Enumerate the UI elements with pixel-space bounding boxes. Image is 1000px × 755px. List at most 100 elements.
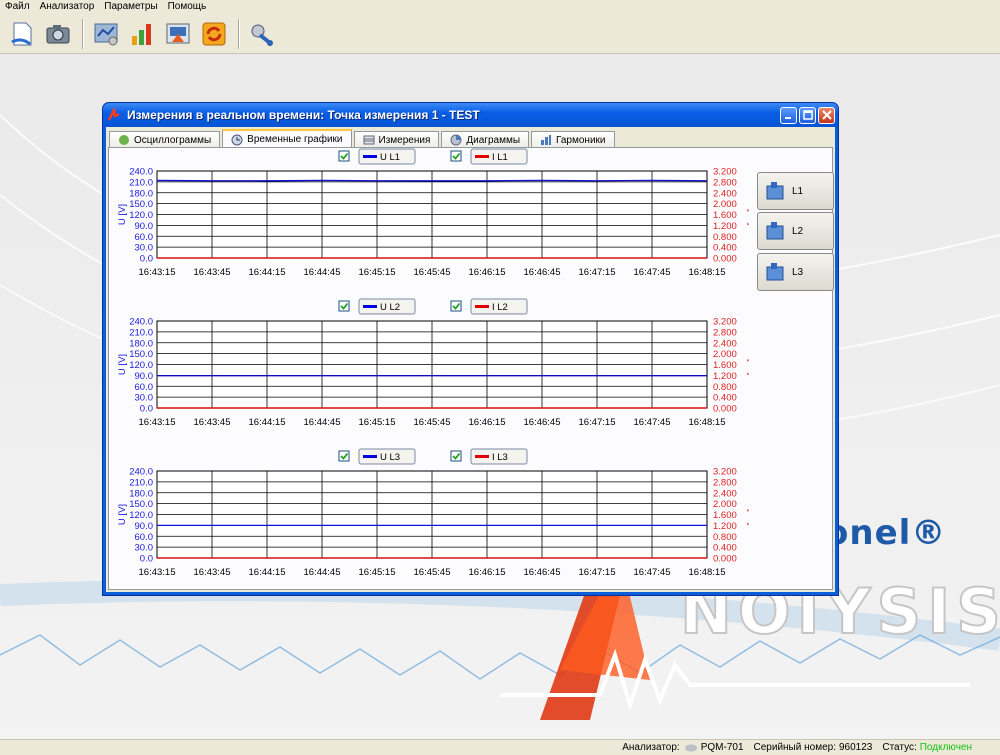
connect-icon[interactable]	[245, 17, 279, 51]
menu-analyzer[interactable]: Анализатор	[35, 0, 100, 14]
y-tick-label: 0.0	[140, 554, 153, 565]
x-tick-label: 16:44:45	[304, 417, 341, 428]
y-tick-label: 150.0	[129, 199, 153, 210]
x-tick-label: 16:44:45	[304, 267, 341, 278]
series-checkbox[interactable]	[450, 300, 462, 312]
x-tick-label: 16:45:45	[414, 567, 451, 578]
y-tick-label: 0.0	[140, 254, 153, 265]
x-tick-label: 16:46:15	[469, 267, 506, 278]
series-checkbox[interactable]	[338, 300, 350, 312]
table-icon	[363, 135, 375, 145]
tab-measurements[interactable]: Измерения	[353, 131, 440, 148]
config-icon[interactable]	[89, 17, 123, 51]
legend-swatch	[475, 155, 489, 158]
minimize-button[interactable]	[780, 106, 797, 124]
refresh-icon[interactable]	[197, 17, 231, 51]
maximize-button[interactable]	[799, 106, 816, 124]
close-button[interactable]	[818, 106, 835, 124]
y-tick-label: 240.0	[129, 167, 153, 178]
phase-label: L1	[792, 185, 804, 197]
y-tick-label: 210.0	[129, 177, 153, 188]
tab-oscillograms[interactable]: Осциллограммы	[109, 131, 221, 148]
x-tick-label: 16:43:45	[194, 417, 231, 428]
y2-tick-label: 0.000	[713, 404, 737, 415]
brand-logo: onel®	[825, 513, 947, 553]
y2-tick-label: 0.400	[713, 243, 737, 254]
y2-tick-label: 1.600	[713, 360, 737, 371]
camera-icon[interactable]	[41, 17, 75, 51]
y2-tick-label: 2.000	[713, 349, 737, 360]
y2-tick-label: 0.800	[713, 232, 737, 243]
x-tick-label: 16:43:15	[139, 417, 176, 428]
y2-tick-label: 0.800	[713, 532, 737, 543]
y2-tick-label: 2.800	[713, 477, 737, 488]
tab-diagrams[interactable]: Диаграммы	[441, 131, 530, 148]
menu-parameters[interactable]: Параметры	[99, 0, 162, 14]
y2-axis-label: I [kA]	[746, 504, 749, 526]
y2-axis-label: I [kA]	[746, 204, 749, 226]
x-tick-label: 16:44:15	[249, 567, 286, 578]
time-chart-1: 0.030.060.090.0120.0150.0180.0210.0240.0…	[117, 148, 749, 278]
x-tick-label: 16:44:15	[249, 267, 286, 278]
y-tick-label: 90.0	[135, 371, 154, 382]
x-tick-label: 16:45:45	[414, 267, 451, 278]
phase-icon	[766, 263, 784, 281]
phase-l1-button[interactable]: L1	[757, 172, 834, 210]
window-titlebar: Измерения в реальном времени: Точка изме…	[103, 103, 838, 127]
y2-tick-label: 3.200	[713, 467, 737, 478]
app-icon	[107, 108, 120, 121]
y-tick-label: 90.0	[135, 521, 154, 532]
phase-label: L2	[792, 225, 804, 237]
y-tick-label: 30.0	[135, 393, 154, 404]
y-axis-label: U [V]	[117, 354, 128, 375]
phase-l2-button[interactable]: L2	[757, 212, 834, 250]
menu-bar: Файл Анализатор Параметры Помощь	[0, 0, 1000, 14]
y-tick-label: 180.0	[129, 188, 153, 199]
legend-label: I L1	[492, 152, 508, 163]
x-tick-label: 16:48:15	[689, 567, 726, 578]
y2-tick-label: 1.600	[713, 210, 737, 221]
x-tick-label: 16:43:15	[139, 567, 176, 578]
toolbar-separator	[238, 18, 240, 49]
oscillogram-icon	[119, 135, 129, 145]
phase-icon	[766, 222, 784, 240]
x-tick-label: 16:45:45	[414, 417, 451, 428]
y2-tick-label: 0.000	[713, 554, 737, 565]
document-icon[interactable]	[5, 17, 39, 51]
series-checkbox[interactable]	[450, 450, 462, 462]
harmonics-icon	[541, 135, 552, 145]
y-tick-label: 240.0	[129, 467, 153, 478]
toolbar-separator	[82, 18, 84, 49]
status-value: Подключен	[919, 742, 972, 753]
report-icon[interactable]	[161, 17, 195, 51]
x-tick-label: 16:47:15	[579, 417, 616, 428]
x-tick-label: 16:46:45	[524, 267, 561, 278]
series-checkbox[interactable]	[338, 450, 350, 462]
window-title: Измерения в реальном времени: Точка изме…	[127, 108, 480, 122]
serial-label: Серийный номер:	[753, 742, 836, 753]
y2-tick-label: 2.000	[713, 499, 737, 510]
x-tick-label: 16:45:15	[359, 417, 396, 428]
legend-swatch	[363, 155, 377, 158]
menu-help[interactable]: Помощь	[163, 0, 212, 14]
analyzer-value: PQM-701	[700, 742, 744, 753]
tab-time-graphs[interactable]: Временные графики	[222, 129, 352, 148]
y2-tick-label: 1.200	[713, 371, 737, 382]
legend-swatch	[475, 305, 489, 308]
x-tick-label: 16:46:45	[524, 567, 561, 578]
bar-chart-icon[interactable]	[125, 17, 159, 51]
y2-tick-label: 0.800	[713, 382, 737, 393]
series-checkbox[interactable]	[450, 150, 462, 162]
phase-l3-button[interactable]: L3	[757, 253, 834, 291]
minimize-icon	[784, 117, 791, 119]
y-tick-label: 120.0	[129, 510, 153, 521]
menu-file[interactable]: Файл	[0, 0, 35, 14]
legend-label: U L3	[380, 452, 400, 463]
y2-tick-label: 2.000	[713, 199, 737, 210]
series-checkbox[interactable]	[338, 150, 350, 162]
y2-tick-label: 2.400	[713, 338, 737, 349]
y-tick-label: 90.0	[135, 221, 154, 232]
tab-harmonics[interactable]: Гармоники	[531, 131, 615, 148]
y-tick-label: 30.0	[135, 243, 154, 254]
status-label: Статус:	[882, 742, 917, 753]
